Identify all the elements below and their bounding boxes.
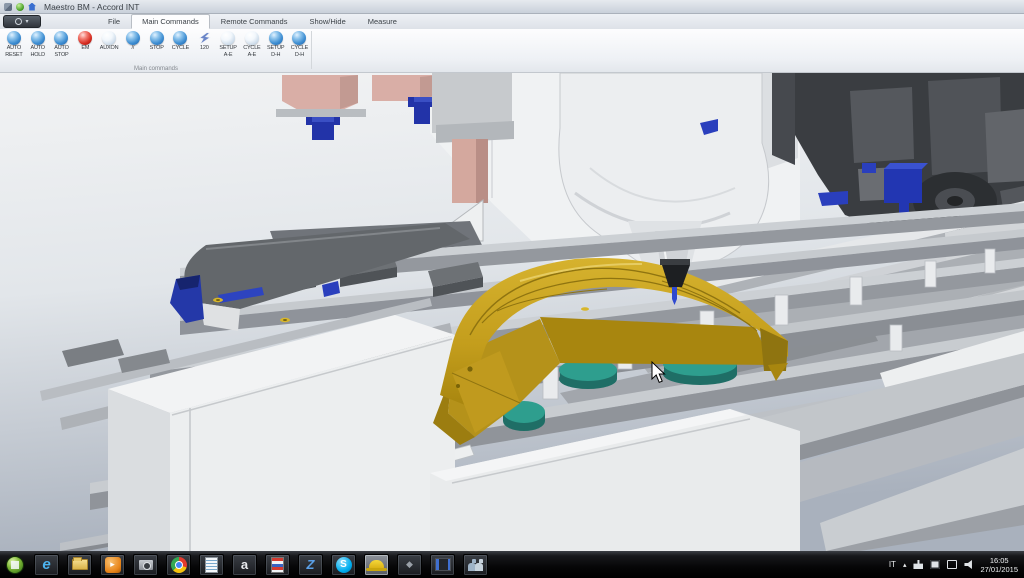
camera-icon: [139, 560, 153, 570]
blue-sphere-icon: [150, 31, 164, 45]
cycle-dh-button[interactable]: CYCLE D-H: [288, 30, 312, 66]
lightning-icon: [197, 31, 211, 45]
ribbon-group-label: Main commands: [0, 66, 312, 72]
tab-file[interactable]: File: [97, 14, 131, 29]
auto-stop-button[interactable]: AUTO STOP: [50, 30, 74, 66]
people-icon: [468, 558, 484, 571]
blue-sphere-icon: [31, 31, 45, 45]
white-sphere-icon: [245, 31, 259, 45]
blue-sphere-icon: [126, 31, 140, 45]
chrome-icon: [171, 557, 187, 573]
media-player-icon: ▸: [105, 557, 121, 573]
status-green-icon[interactable]: [16, 3, 24, 11]
clock-date: 27/01/2015: [980, 565, 1018, 574]
battery-icon[interactable]: [930, 560, 940, 569]
folder-icon: [72, 559, 88, 570]
document-icon: [205, 557, 218, 573]
cycle-button[interactable]: CYCLE: [169, 30, 193, 66]
taskbar-item-photo-app[interactable]: [133, 554, 158, 576]
taskbar-item-utility-app[interactable]: ◆: [397, 554, 422, 576]
app-a-icon: a: [241, 558, 248, 571]
tab-show-hide[interactable]: Show/Hide: [298, 14, 356, 29]
setup-dh-button[interactable]: SETUP D-H: [264, 30, 288, 66]
taskbar-item-document-app[interactable]: [265, 554, 290, 576]
setup-ae-button[interactable]: SETUP A-E: [216, 30, 240, 66]
cad-app-icon: Z: [307, 558, 315, 571]
ribbon-tabs: File Main Commands Remote Commands Show/…: [97, 14, 408, 29]
auxon-button[interactable]: AUXON: [97, 30, 121, 66]
white-sphere-icon: [102, 31, 116, 45]
striped-document-icon: [271, 557, 284, 573]
language-indicator[interactable]: IT: [889, 560, 896, 569]
taskbar-item-video-app[interactable]: [430, 554, 455, 576]
slash-button[interactable]: //: [121, 30, 145, 66]
film-icon: [435, 558, 451, 571]
blue-sphere-icon: [54, 31, 68, 45]
white-sphere-icon: [221, 31, 235, 45]
start-button[interactable]: [6, 556, 24, 574]
system-tray: IT ▴: [889, 560, 975, 569]
taskbar-item-internet-explorer[interactable]: e: [34, 554, 59, 576]
utility-app-icon: ◆: [406, 560, 413, 569]
taskbar-item-text-editor[interactable]: [199, 554, 224, 576]
taskbar-item-maestro-cnc[interactable]: [364, 554, 389, 576]
emergency-button[interactable]: EM: [73, 30, 97, 66]
app-icon[interactable]: [4, 3, 12, 11]
blue-sphere-icon: [269, 31, 283, 45]
hard-hat-icon: [369, 560, 384, 569]
button-120[interactable]: 120: [192, 30, 216, 66]
blue-sphere-icon: [7, 31, 21, 45]
application-menu-button[interactable]: ▾: [3, 15, 41, 28]
network-icon[interactable]: [913, 560, 923, 569]
title-bar: Maestro BM - Accord INT: [0, 0, 1024, 14]
red-sphere-icon: [78, 31, 92, 45]
ribbon-main-commands-group: AUTO RESET AUTO HOLD AUTO STOP EM AUXON: [0, 29, 1024, 73]
chevron-down-icon: ▾: [25, 19, 28, 25]
taskbar-item-chrome[interactable]: [166, 554, 191, 576]
taskbar-item-app-a[interactable]: a: [232, 554, 257, 576]
taskbar-item-media-player[interactable]: ▸: [100, 554, 125, 576]
taskbar-item-skype[interactable]: S: [331, 554, 356, 576]
group-divider: [311, 31, 312, 69]
home-icon[interactable]: [28, 3, 36, 11]
cycle-ae-button[interactable]: CYCLE A-E: [240, 30, 264, 66]
machine-3d-viewport[interactable]: [0, 73, 1024, 551]
tab-measure[interactable]: Measure: [357, 14, 408, 29]
auto-reset-button[interactable]: AUTO RESET: [2, 30, 26, 66]
clock[interactable]: 16:05 27/01/2015: [980, 556, 1018, 574]
taskbar-item-cad-app[interactable]: Z: [298, 554, 323, 576]
volume-icon[interactable]: [964, 560, 974, 569]
auto-hold-button[interactable]: AUTO HOLD: [26, 30, 50, 66]
ribbon-tab-row: ▾ File Main Commands Remote Commands Sho…: [0, 14, 1024, 29]
taskbar-item-file-explorer[interactable]: [67, 554, 92, 576]
display-icon[interactable]: [947, 560, 957, 569]
blue-sphere-icon: [173, 31, 187, 45]
blue-sphere-icon: [292, 31, 306, 45]
stop-button[interactable]: STOP: [145, 30, 169, 66]
hidden-icons-button[interactable]: ▴: [903, 561, 907, 569]
internet-explorer-icon: e: [42, 557, 50, 572]
taskbar: e ▸ a Z S ◆ IT ▴ 16:05 27/01/2015: [0, 551, 1024, 578]
skype-icon: S: [336, 557, 352, 573]
command-buttons: AUTO RESET AUTO HOLD AUTO STOP EM AUXON: [2, 30, 311, 66]
window-title: Maestro BM - Accord INT: [44, 2, 139, 12]
taskbar-item-contacts-app[interactable]: [463, 554, 488, 576]
tab-main-commands[interactable]: Main Commands: [131, 14, 210, 29]
clock-time: 16:05: [980, 556, 1018, 565]
tab-remote-commands[interactable]: Remote Commands: [210, 14, 299, 29]
gear-icon: [15, 18, 22, 25]
screen: Maestro BM - Accord INT ▾ File Main Comm…: [0, 0, 1024, 578]
